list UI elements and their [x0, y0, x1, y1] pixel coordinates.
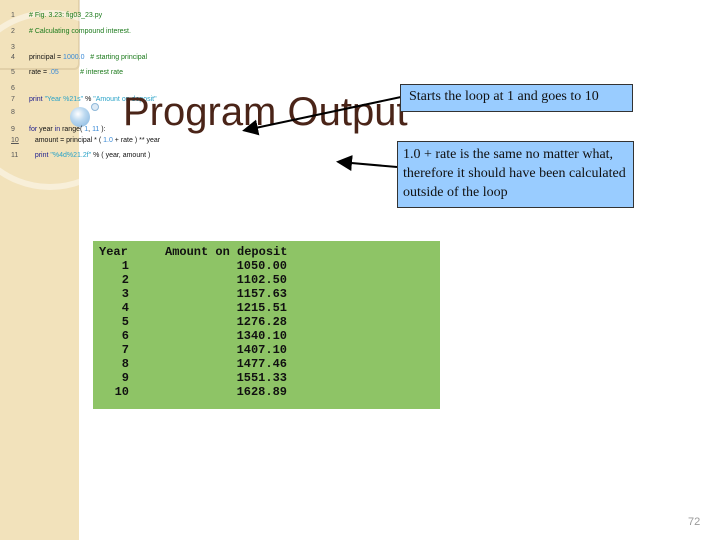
- program-output-panel: Year Amount on deposit 1 1050.00 2 1102.50 3…: [93, 241, 440, 409]
- callout-loop-range: Starts the loop at 1 and goes to 10: [400, 84, 633, 112]
- output-year: 10: [114, 385, 129, 399]
- output-year: 1: [121, 259, 129, 273]
- output-amount: 1340.10: [236, 329, 287, 343]
- output-header-amount: Amount on deposit: [165, 245, 288, 259]
- output-year: 6: [121, 329, 129, 343]
- output-amount: 1157.63: [236, 287, 287, 301]
- callout-rate-note: 1.0 + rate is the same no matter what, t…: [397, 141, 634, 208]
- output-amount: 1628.89: [236, 385, 287, 399]
- output-year: 7: [121, 343, 129, 357]
- output-year: 5: [121, 315, 129, 329]
- arrow-rate-callout: [336, 155, 398, 172]
- page-number: 72: [688, 516, 701, 528]
- output-amount: 1477.46: [236, 357, 287, 371]
- output-amount: 1407.10: [236, 343, 287, 357]
- output-amount: 1102.50: [236, 273, 287, 287]
- arrow-range-callout: [242, 96, 402, 136]
- output-header-year: Year: [99, 245, 128, 259]
- output-amount: 1551.33: [236, 371, 287, 385]
- output-amount: 1276.28: [236, 315, 287, 329]
- output-year: 2: [121, 273, 129, 287]
- output-year: 4: [121, 301, 129, 315]
- output-amount: 1215.51: [236, 301, 287, 315]
- output-year: 9: [121, 371, 129, 385]
- output-year: 8: [121, 357, 129, 371]
- output-amount: 1050.00: [236, 259, 287, 273]
- output-year: 3: [121, 287, 129, 301]
